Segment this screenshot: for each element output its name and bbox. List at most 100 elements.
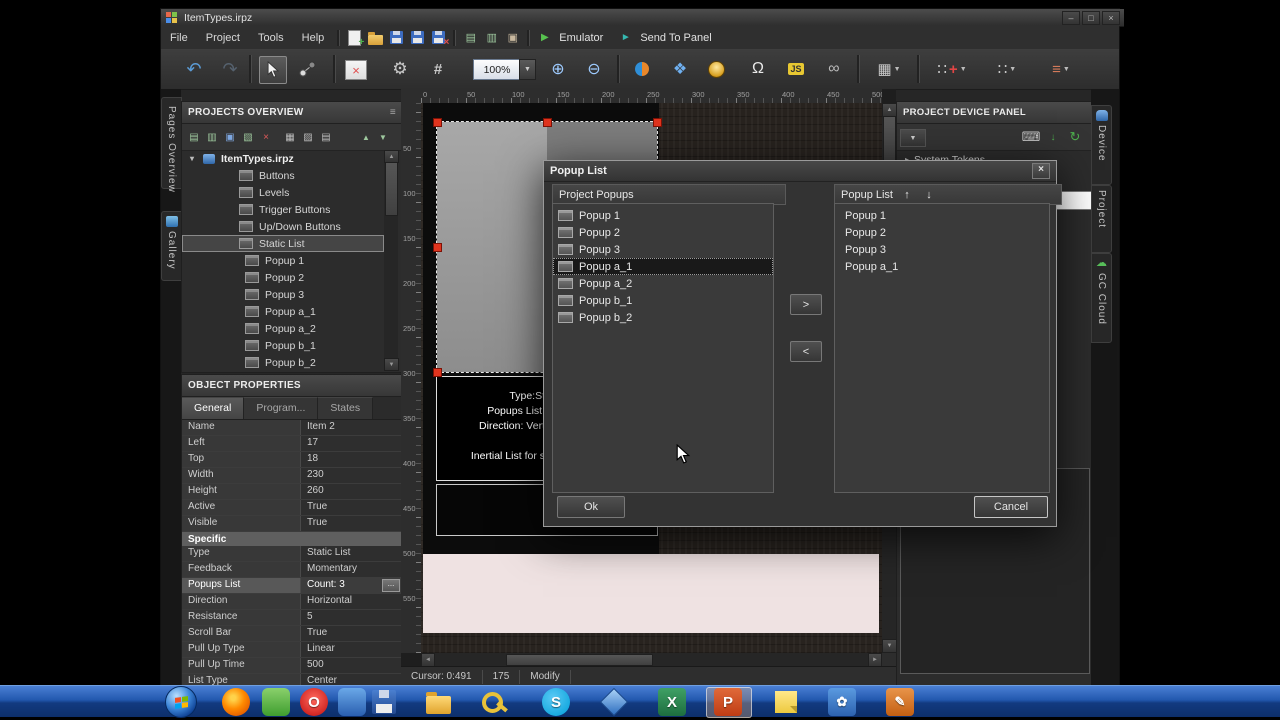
tree-item-updown-buttons[interactable]: Up/Down Buttons: [182, 218, 384, 235]
undo-icon[interactable]: ↶: [181, 56, 207, 82]
tree-item-popup-b2[interactable]: Popup b_2: [182, 354, 384, 371]
device-dropdown-button[interactable]: ▼: [900, 129, 926, 147]
scroll-left-icon[interactable]: ◄: [421, 653, 435, 667]
copy-page-icon[interactable]: ▦: [282, 129, 298, 145]
menu-file[interactable]: File: [161, 26, 197, 49]
taskbar-skype-icon[interactable]: S: [542, 688, 570, 716]
color-picker-icon[interactable]: [629, 56, 655, 82]
popup-list[interactable]: Popup 1 Popup 2 Popup 3 Popup a_1: [834, 203, 1050, 493]
prop-row-direction[interactable]: DirectionHorizontal: [182, 594, 402, 610]
selection-handle-tm[interactable]: [543, 118, 552, 127]
selection-handle-tl[interactable]: [433, 118, 442, 127]
selected-popup1[interactable]: Popup 1: [835, 207, 1049, 224]
tree-item-popup1[interactable]: Popup 1: [182, 252, 384, 269]
prop-value[interactable]: 5: [301, 610, 402, 625]
delete-save-icon[interactable]: ×: [430, 29, 447, 46]
tree-item-trigger-buttons[interactable]: Trigger Buttons: [182, 201, 384, 218]
selection-handle-tr[interactable]: [653, 118, 662, 127]
save-all-icon[interactable]: [409, 29, 426, 46]
move-down-icon[interactable]: ▼: [375, 129, 391, 145]
prop-value[interactable]: 17: [301, 436, 402, 451]
move-item-down-button[interactable]: ↓: [921, 187, 937, 202]
send-to-panel-label[interactable]: Send To Panel: [640, 32, 711, 44]
title-bar[interactable]: ItemTypes.irpz – □ ×: [161, 9, 1124, 27]
export-page-icon[interactable]: ▥: [483, 29, 500, 46]
selected-popup3[interactable]: Popup 3: [835, 241, 1049, 258]
pink-panel-strip[interactable]: [423, 554, 879, 633]
maximize-button[interactable]: □: [1082, 11, 1100, 25]
tab-programming[interactable]: Program...: [244, 397, 318, 419]
taskbar-opera-icon[interactable]: O: [300, 688, 328, 716]
script-js-icon[interactable]: JS: [783, 56, 809, 82]
prop-row-visible[interactable]: VisibleTrue: [182, 516, 402, 532]
list-item-popup-a2[interactable]: Popup a_2: [553, 275, 773, 292]
tree-item-popup3[interactable]: Popup 3: [182, 286, 384, 303]
settings-gears-icon[interactable]: ⚙: [387, 56, 413, 82]
prop-row-popups-list[interactable]: Popups ListCount: 3...: [182, 578, 402, 594]
menu-help[interactable]: Help: [293, 26, 334, 49]
snap-grid-icon[interactable]: #: [425, 56, 451, 82]
pointer-tool[interactable]: [259, 56, 287, 84]
tree-root[interactable]: ▾ ItemTypes.irpz: [182, 150, 384, 167]
list-item-popup-a1[interactable]: Popup a_1: [553, 258, 773, 275]
prop-row-pulluptype[interactable]: Pull Up TypeLinear: [182, 642, 402, 658]
tab-gc-cloud[interactable]: ☁ GC Cloud: [1091, 253, 1112, 343]
prop-row-active[interactable]: ActiveTrue: [182, 500, 402, 516]
prop-row-height[interactable]: Height260: [182, 484, 402, 500]
scroll-up-icon[interactable]: ▲: [882, 103, 897, 117]
taskbar-sticky-notes-icon[interactable]: [772, 688, 800, 716]
prop-value[interactable]: True: [301, 500, 402, 515]
scroll-down-icon[interactable]: ▼: [384, 358, 399, 371]
tree-item-levels[interactable]: Levels: [182, 184, 384, 201]
download-icon[interactable]: ↓: [1045, 129, 1061, 145]
refresh-icon[interactable]: ↻: [1067, 129, 1083, 145]
list-menu-button[interactable]: ≡▼: [1041, 56, 1081, 82]
prop-value[interactable]: Static List: [301, 546, 402, 561]
expand-open-icon[interactable]: ▾: [190, 154, 199, 163]
erase-tool[interactable]: ×: [345, 60, 367, 80]
taskbar-green-utility-icon[interactable]: [262, 688, 290, 716]
menu-project[interactable]: Project: [197, 26, 249, 49]
matrix-menu-button[interactable]: ∷▼: [987, 56, 1027, 82]
tree-item-popup-a1[interactable]: Popup a_1: [182, 303, 384, 320]
prop-value[interactable]: Horizontal: [301, 594, 402, 609]
prop-value-wrap[interactable]: Count: 3...: [301, 578, 402, 593]
list-item-popup3[interactable]: Popup 3: [553, 241, 773, 258]
prop-row-width[interactable]: Width230: [182, 468, 402, 484]
save-page-icon[interactable]: ▣: [222, 129, 238, 145]
prop-row-top[interactable]: Top18: [182, 452, 402, 468]
duplicate-page-icon[interactable]: ▥: [204, 129, 220, 145]
send-to-panel-icon[interactable]: ►: [617, 29, 634, 46]
list-item-popup1[interactable]: Popup 1: [553, 207, 773, 224]
move-left-button[interactable]: <: [790, 341, 822, 362]
taskbar-blue-app-icon[interactable]: [338, 688, 366, 716]
delete-page-icon[interactable]: ×: [258, 129, 274, 145]
tree-item-popup2[interactable]: Popup 2: [182, 269, 384, 286]
save-icon[interactable]: [388, 29, 405, 46]
prop-row-feedback[interactable]: FeedbackMomentary: [182, 562, 402, 578]
canvas-hscrollbar[interactable]: ◄ ►: [421, 653, 882, 666]
move-right-button[interactable]: >: [790, 294, 822, 315]
taskbar-excel-icon[interactable]: X: [658, 688, 686, 716]
tree-item-static-list[interactable]: Static List: [182, 235, 384, 252]
tab-general[interactable]: General: [182, 397, 244, 419]
gauge-icon[interactable]: [703, 56, 729, 82]
tab-device[interactable]: Device: [1091, 105, 1112, 185]
node-tool[interactable]: [295, 56, 321, 82]
tab-pages-overview[interactable]: Pages Overview: [161, 97, 182, 189]
selection-handle-bl[interactable]: [433, 368, 442, 377]
prop-value[interactable]: 230: [301, 468, 402, 483]
taskbar-folder-icon[interactable]: [424, 688, 452, 716]
start-button[interactable]: [165, 686, 197, 718]
prop-value[interactable]: Linear: [301, 642, 402, 657]
scroll-thumb[interactable]: [506, 654, 653, 666]
prop-value[interactable]: Momentary: [301, 562, 402, 577]
keyboard-icon[interactable]: ⌨: [1023, 129, 1039, 145]
zoom-select[interactable]: 100%: [473, 59, 521, 80]
cancel-button[interactable]: Cancel: [974, 496, 1048, 518]
selected-popup2[interactable]: Popup 2: [835, 224, 1049, 241]
scroll-thumb[interactable]: [883, 116, 896, 164]
prop-row-left[interactable]: Left17: [182, 436, 402, 452]
matrix-add-button[interactable]: ∷+▼: [929, 56, 975, 82]
tab-project[interactable]: Project: [1091, 185, 1112, 253]
